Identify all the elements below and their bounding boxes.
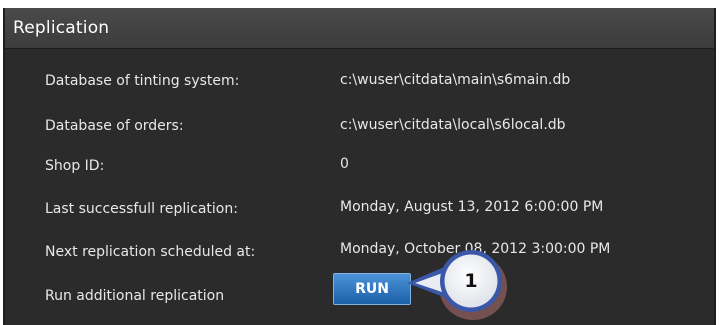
panel-header: Replication [5,8,714,49]
shop-id-value: 0 [340,156,349,172]
last-replication-value: Monday, August 13, 2012 6:00:00 PM [340,199,604,215]
panel-title: Replication [13,18,110,38]
shop-id-label: Shop ID: [45,158,105,174]
run-button[interactable]: RUN [333,273,411,305]
next-replication-label: Next replication scheduled at: [45,244,256,260]
orders-db-label: Database of orders: [45,118,184,134]
run-additional-label: Run additional replication [45,288,225,304]
tinting-db-value: c:\wuser\citdata\main\s6main.db [340,72,571,88]
last-replication-label: Last successfull replication: [45,201,238,217]
orders-db-value: c:\wuser\citdata\local\s6local.db [340,117,566,133]
callout-number: 1 [464,270,478,292]
tinting-db-label: Database of tinting system: [45,73,240,89]
